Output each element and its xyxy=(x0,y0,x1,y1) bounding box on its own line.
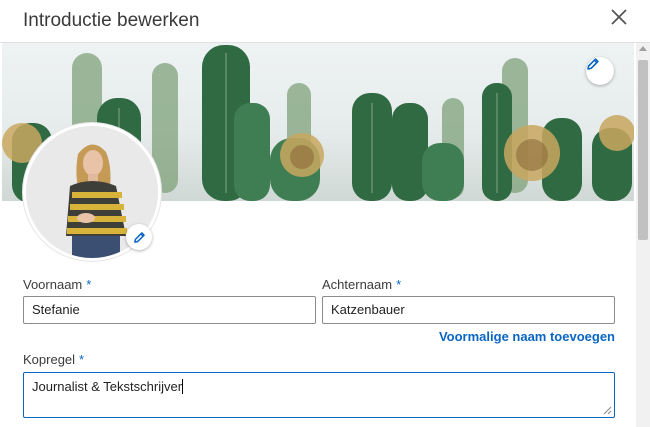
pencil-icon xyxy=(587,58,599,70)
first-name-value: Stefanie xyxy=(32,302,80,317)
headline-textarea[interactable]: Journalist & Tekstschrijver xyxy=(23,372,615,418)
resize-handle-icon[interactable] xyxy=(603,406,612,415)
dialog-body: Voornaam * Stefanie Achternaam * Katzenbau… xyxy=(0,43,636,427)
last-name-value: Katzenbauer xyxy=(331,302,405,317)
close-button[interactable] xyxy=(610,8,628,26)
dialog-header: Introductie bewerken xyxy=(0,0,650,43)
close-icon xyxy=(611,9,627,25)
headline-label-text: Kopregel xyxy=(23,352,76,367)
text-cursor xyxy=(182,379,184,394)
required-mark: * xyxy=(396,277,402,292)
first-name-field[interactable]: Stefanie xyxy=(23,296,316,324)
required-mark: * xyxy=(86,277,92,292)
last-name-label-text: Achternaam xyxy=(322,277,393,292)
pencil-icon xyxy=(133,231,145,243)
required-mark: * xyxy=(79,352,85,367)
last-name-label: Achternaam * xyxy=(322,277,401,292)
scroll-up-arrow-icon[interactable] xyxy=(639,46,647,51)
headline-value: Journalist & Tekstschrijver xyxy=(32,379,183,394)
edit-banner-button[interactable] xyxy=(586,57,614,85)
add-former-name-link[interactable]: Voormalige naam toevoegen xyxy=(439,329,615,344)
edit-photo-button[interactable] xyxy=(126,224,152,250)
scrollbar-thumb[interactable] xyxy=(638,60,648,240)
first-name-label: Voornaam * xyxy=(23,277,91,292)
dialog-title: Introductie bewerken xyxy=(23,10,200,31)
last-name-field[interactable]: Katzenbauer xyxy=(322,296,615,324)
headline-label: Kopregel * xyxy=(23,352,84,367)
first-name-label-text: Voornaam xyxy=(23,277,83,292)
